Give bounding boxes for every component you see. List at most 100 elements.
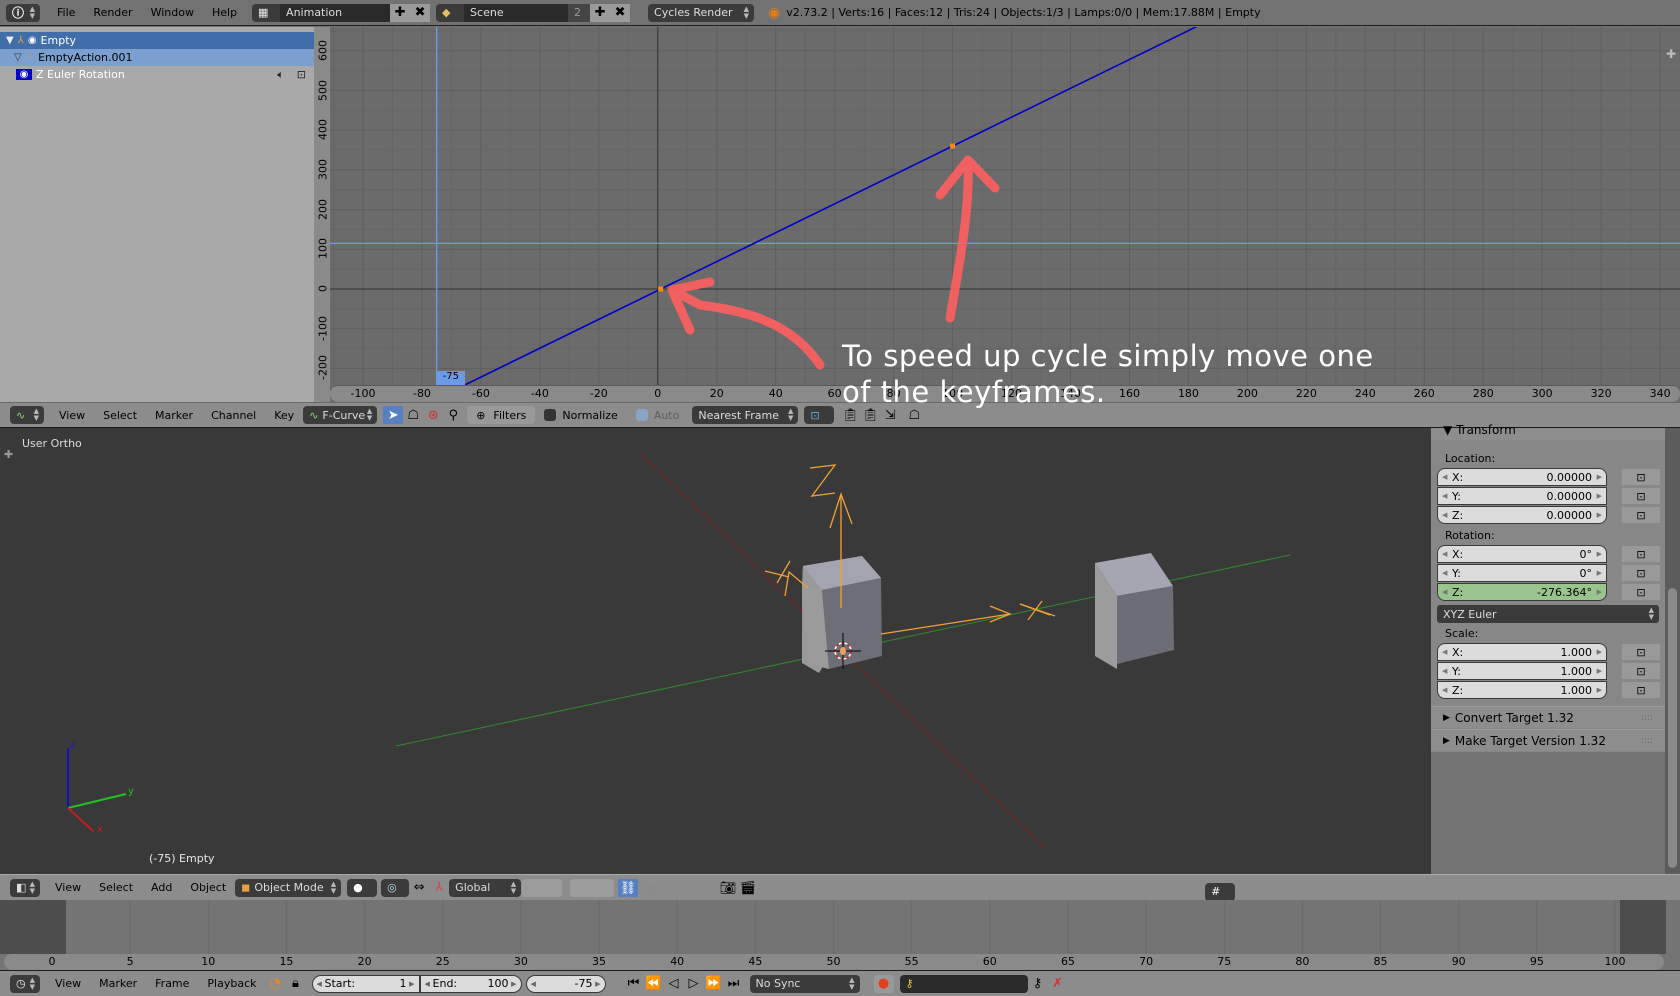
channel-fcurve[interactable]: ◉ Z Euler Rotation 🔈︎ ⊡ bbox=[0, 66, 314, 83]
pivot-point-dropdown[interactable]: ◎ bbox=[381, 878, 410, 897]
expand-triangle-icon[interactable]: ▼ bbox=[6, 35, 14, 46]
lock-time-cursor-toggle[interactable]: 🔒︎ bbox=[286, 975, 306, 993]
menu-select[interactable]: Select bbox=[94, 409, 146, 422]
keyframe-point[interactable] bbox=[950, 143, 956, 149]
3d-scene[interactable] bbox=[0, 428, 1431, 874]
render-engine-dropdown[interactable]: Cycles Render ▲ ▼ bbox=[648, 3, 755, 22]
jump-to-start-button[interactable]: ⏮ bbox=[624, 975, 644, 993]
keyframe-point[interactable] bbox=[658, 286, 664, 292]
render-opengl-button[interactable]: 📷︎ bbox=[718, 879, 738, 897]
add-screen-button[interactable]: ✚ bbox=[390, 3, 411, 22]
normalize-checkbox[interactable]: Normalize bbox=[535, 409, 626, 422]
editor-type-button[interactable]: ◷ ▲ ▼ bbox=[10, 974, 40, 993]
play-reverse-button[interactable]: ◁ bbox=[664, 975, 684, 993]
search-toggle[interactable]: ⚲ bbox=[443, 406, 463, 424]
lock-location-x-button[interactable]: ⊡ bbox=[1621, 468, 1661, 486]
eye-icon[interactable]: ◉ bbox=[28, 35, 37, 46]
menu-view[interactable]: View bbox=[46, 977, 90, 990]
transform-panel-header[interactable]: ▼ Transform bbox=[1431, 424, 1665, 440]
only-errors-toggle[interactable]: ⊛ bbox=[423, 406, 443, 424]
layer-buttons-group-1[interactable] bbox=[522, 879, 562, 897]
pivot-dropdown[interactable]: ⊡ bbox=[804, 406, 835, 424]
menu-channel[interactable]: Channel bbox=[202, 409, 265, 422]
lock-icon[interactable]: ⊡ bbox=[297, 68, 306, 81]
expand-triangle-icon[interactable]: ▽ bbox=[14, 52, 22, 63]
editor-type-button[interactable]: ∿ ▲ ▼ bbox=[10, 406, 44, 424]
location-z-field[interactable]: ◀ Z: 0.00000 ▶ bbox=[1437, 506, 1607, 524]
auto-keying-toggle[interactable]: ● bbox=[873, 974, 894, 993]
menu-view[interactable]: View bbox=[50, 409, 94, 422]
menu-marker[interactable]: Marker bbox=[146, 409, 202, 422]
delete-keyframe-button[interactable]: ✗ bbox=[1048, 975, 1068, 993]
lock-location-z-button[interactable]: ⊡ bbox=[1621, 506, 1661, 524]
jump-prev-keyframe-button[interactable]: ⏪ bbox=[644, 975, 664, 993]
screen-layout-field[interactable]: Animation bbox=[280, 3, 391, 22]
jump-to-end-button[interactable]: ⏭ bbox=[724, 975, 744, 993]
viewport-shading-dropdown[interactable]: ● bbox=[347, 878, 378, 897]
delete-screen-button[interactable]: ✖ bbox=[410, 3, 431, 22]
transform-manipulators[interactable]: ⅄ bbox=[429, 879, 449, 897]
lock-rotation-z-button[interactable]: ⊡ bbox=[1621, 583, 1661, 601]
lock-scale-z-button[interactable]: ⊡ bbox=[1621, 681, 1661, 699]
sidebar-scrollbar[interactable] bbox=[1665, 428, 1680, 874]
sync-mode-dropdown[interactable]: No Sync ▲ ▼ bbox=[749, 974, 860, 993]
scale-y-field[interactable]: ◀ Y: 1.000 ▶ bbox=[1437, 662, 1607, 680]
render-animation-button[interactable]: 🎬︎ bbox=[738, 879, 758, 897]
lock-rotation-x-button[interactable]: ⊡ bbox=[1621, 545, 1661, 563]
channel-action[interactable]: ▽ ⁘ EmptyAction.001 bbox=[0, 49, 314, 66]
menu-frame[interactable]: Frame bbox=[146, 977, 198, 990]
rotation-y-field[interactable]: ◀ Y: 0° ▶ bbox=[1437, 564, 1607, 582]
layer-buttons-group-2[interactable] bbox=[570, 879, 614, 897]
screen-layout-selector[interactable]: ▦ bbox=[252, 3, 281, 22]
lock-camera-layers-toggle[interactable]: ⛓ bbox=[618, 879, 638, 897]
keying-set-field[interactable]: ⚷ bbox=[899, 974, 1028, 993]
start-frame-field[interactable]: ◀ Start: 1 ▶ bbox=[311, 974, 420, 993]
scale-z-field[interactable]: ◀ Z: 1.000 ▶ bbox=[1437, 681, 1607, 699]
menu-window[interactable]: Window bbox=[142, 6, 203, 19]
lock-scale-y-button[interactable]: ⊡ bbox=[1621, 662, 1661, 680]
lock-scale-x-button[interactable]: ⊡ bbox=[1621, 643, 1661, 661]
auto-normalize-checkbox[interactable]: Auto bbox=[627, 409, 689, 422]
rotation-x-field[interactable]: ◀ X: 0° ▶ bbox=[1437, 545, 1607, 563]
menu-playback[interactable]: Playback bbox=[198, 977, 265, 990]
manipulator-toggle[interactable]: ⇔ bbox=[409, 879, 429, 897]
channel-object[interactable]: ▼ ⅄ ◉ Empty bbox=[0, 32, 314, 49]
snap-dropdown[interactable]: Nearest Frame ▲ ▼ bbox=[692, 406, 799, 424]
snap-element-dropdown[interactable]: # bbox=[1205, 882, 1236, 901]
convert-target-panel[interactable]: ▶ Convert Target 1.32 :::: bbox=[1431, 706, 1665, 728]
location-y-field[interactable]: ◀ Y: 0.00000 ▶ bbox=[1437, 487, 1607, 505]
location-x-field[interactable]: ◀ X: 0.00000 ▶ bbox=[1437, 468, 1607, 486]
jump-next-keyframe-button[interactable]: ⏩ bbox=[704, 975, 724, 993]
add-scene-button[interactable]: ✚ bbox=[590, 3, 611, 22]
menu-render[interactable]: Render bbox=[84, 6, 141, 19]
normalize-check-box[interactable] bbox=[544, 409, 557, 421]
menu-help[interactable]: Help bbox=[203, 6, 246, 19]
play-button[interactable]: ▷ bbox=[684, 975, 704, 993]
menu-file[interactable]: File bbox=[48, 6, 84, 19]
mute-speaker-icon[interactable]: 🔈︎ bbox=[277, 68, 284, 82]
show-hidden-toggle[interactable]: ☖ bbox=[403, 406, 423, 424]
snap-toggle[interactable]: ∩ bbox=[662, 879, 682, 897]
filters-button[interactable]: ⊕ Filters bbox=[467, 406, 536, 424]
menu-key[interactable]: Key bbox=[265, 409, 303, 422]
scene-field[interactable]: Scene bbox=[464, 3, 569, 22]
drag-handle-icon[interactable]: :::: bbox=[1641, 736, 1653, 746]
insert-keyframe-button[interactable]: ⚷ bbox=[1028, 975, 1048, 993]
lock-rotation-y-button[interactable]: ⊡ bbox=[1621, 564, 1661, 582]
scale-x-field[interactable]: ◀ X: 1.000 ▶ bbox=[1437, 643, 1607, 661]
only-selected-toggle[interactable]: ➤ bbox=[383, 406, 404, 424]
make-target-panel[interactable]: ▶ Make Target Version 1.32 :::: bbox=[1431, 729, 1665, 751]
lock-location-y-button[interactable]: ⊡ bbox=[1621, 487, 1661, 505]
proportional-edit-toggle[interactable]: ◎ bbox=[640, 879, 660, 897]
auto-check-box[interactable] bbox=[635, 409, 648, 421]
editor-type-button[interactable]: ⓘ ▲ ▼ bbox=[6, 3, 40, 22]
graph-mode-dropdown[interactable]: ∿ F-Curve ▲ ▼ bbox=[303, 406, 378, 424]
editor-type-button[interactable]: ◧ ▲ ▼ bbox=[10, 878, 40, 897]
expand-region-plus-icon[interactable]: ✚ bbox=[1666, 47, 1676, 61]
rotation-mode-dropdown[interactable]: XYZ Euler ▲ ▼ bbox=[1437, 605, 1659, 623]
scene-selector[interactable]: ◆ bbox=[436, 3, 465, 22]
menu-select[interactable]: Select bbox=[90, 881, 142, 894]
drag-handle-icon[interactable]: :::: bbox=[1641, 713, 1653, 723]
end-frame-field[interactable]: ◀ End: 100 ▶ bbox=[419, 974, 522, 993]
menu-object[interactable]: Object bbox=[181, 881, 235, 894]
